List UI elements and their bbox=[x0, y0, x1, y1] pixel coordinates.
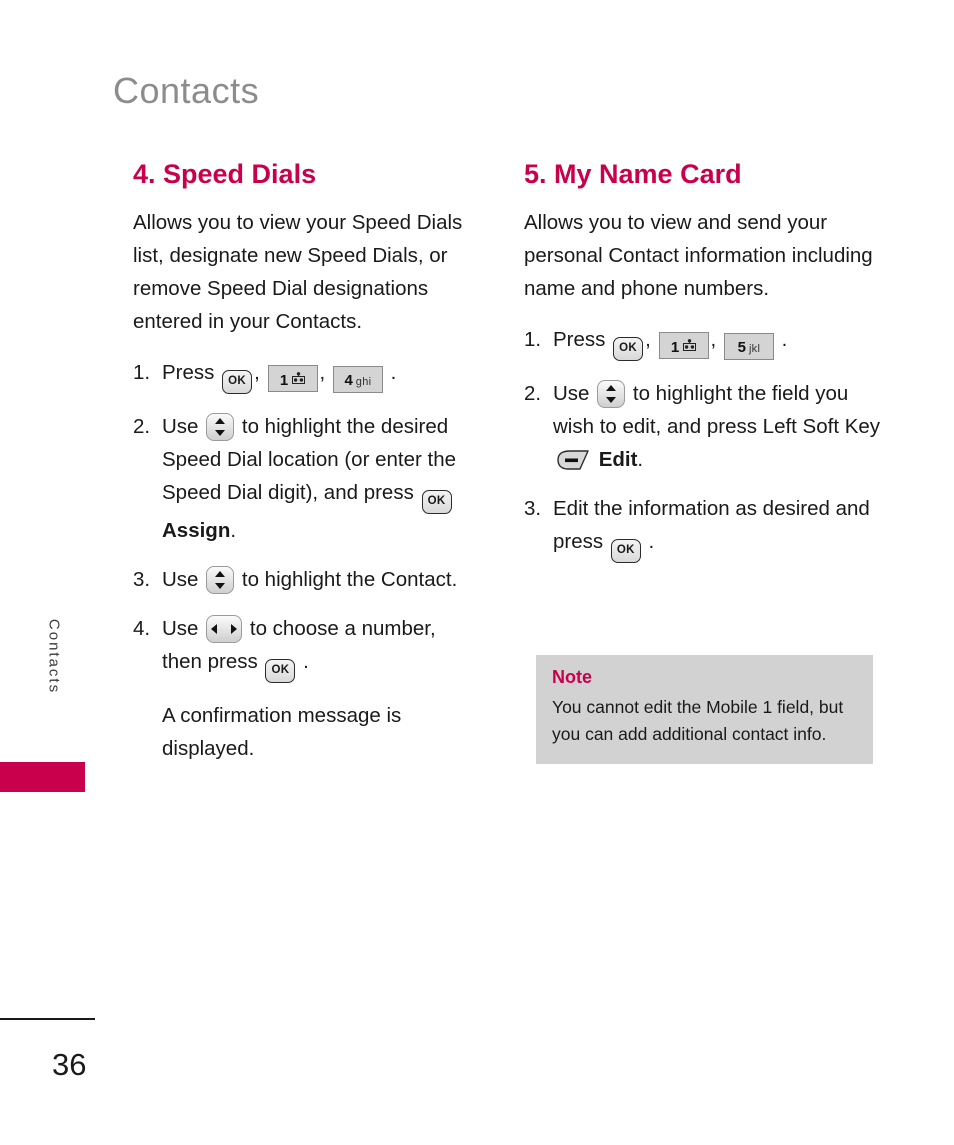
left-right-nav-key-icon bbox=[206, 614, 243, 643]
voicemail-icon bbox=[683, 333, 697, 356]
step-text-end: . bbox=[637, 447, 644, 471]
up-down-nav-key-icon bbox=[206, 412, 235, 441]
step-text: Use bbox=[553, 381, 590, 405]
confirmation-note: A confirmation message is displayed. bbox=[162, 703, 402, 760]
speed-dials-intro: Allows you to view your Speed Dials list… bbox=[133, 210, 463, 333]
up-down-nav-key-icon bbox=[206, 565, 235, 594]
side-tab-label: Contacts bbox=[45, 618, 63, 695]
page-title: Contacts bbox=[113, 70, 260, 111]
step-4-left: 4. Use to choose a number, then press OK… bbox=[133, 612, 481, 683]
right-column: 5. My Name Card Allows you to view and s… bbox=[524, 159, 884, 579]
step-text-end: . bbox=[781, 327, 788, 351]
step-number: 4. bbox=[133, 616, 151, 640]
step-3-left: 3. Use to highlight the Contact. bbox=[133, 563, 481, 596]
step-text: Use bbox=[162, 567, 199, 591]
section-heading-my-name-card: 5. My Name Card bbox=[524, 159, 742, 189]
ok-key-icon: OK bbox=[421, 489, 452, 514]
note-body: You cannot edit the Mobile 1 field, but … bbox=[552, 697, 844, 744]
footer-divider bbox=[0, 1018, 95, 1020]
left-column: 4. Speed Dials Allows you to view your S… bbox=[133, 159, 481, 781]
one-key-icon: 1 bbox=[658, 331, 709, 359]
comma-separator: , bbox=[254, 360, 260, 384]
comma-separator: , bbox=[319, 360, 326, 384]
step-text: Press bbox=[162, 360, 215, 384]
my-name-card-intro: Allows you to view and send your persona… bbox=[524, 210, 873, 300]
page-number: 36 bbox=[52, 1047, 87, 1082]
section-heading-speed-dials: 4. Speed Dials bbox=[133, 159, 317, 189]
assign-label: Assign bbox=[162, 518, 231, 542]
step-1-right: 1. Press OK, 1, 5 jkl . bbox=[524, 323, 884, 361]
step-text: Edit the information as desired and pres… bbox=[553, 496, 870, 553]
up-down-nav-key-icon bbox=[597, 379, 626, 408]
ok-key-icon: OK bbox=[613, 336, 644, 361]
four-key-icon: 4 ghi bbox=[332, 365, 383, 393]
side-tab-marker bbox=[0, 762, 85, 792]
five-key-icon: 5 jkl bbox=[723, 332, 774, 360]
step-2-left: 2. Use to highlight the desired Speed Di… bbox=[133, 410, 481, 547]
step-number: 3. bbox=[133, 567, 151, 591]
step-text-end: . bbox=[303, 649, 309, 673]
ok-key-icon: OK bbox=[222, 369, 253, 394]
left-soft-key-icon bbox=[556, 448, 590, 470]
note-box: Note You cannot edit the Mobile 1 field,… bbox=[536, 655, 873, 764]
step-text: Use bbox=[162, 616, 199, 640]
step-text-middle: to choose a number, then press bbox=[162, 616, 436, 673]
comma-separator: , bbox=[645, 327, 651, 351]
note-title: Note bbox=[552, 667, 592, 687]
step-text-end: . bbox=[648, 529, 655, 553]
step-3-right: 3. Edit the information as desired and p… bbox=[524, 492, 884, 563]
step-number: 1. bbox=[133, 360, 151, 384]
step-number: 2. bbox=[524, 381, 542, 405]
step-text: Press bbox=[553, 327, 606, 351]
step-text-end: . bbox=[390, 360, 397, 384]
step-2-right: 2. Use to highlight the field you wish t… bbox=[524, 377, 884, 476]
edit-label: Edit bbox=[598, 447, 638, 471]
step-text-end: . bbox=[230, 518, 237, 542]
ok-key-icon: OK bbox=[610, 538, 641, 563]
comma-separator: , bbox=[710, 327, 717, 351]
step-number: 3. bbox=[524, 496, 542, 520]
step-number: 1. bbox=[524, 327, 542, 351]
step-text: Use bbox=[162, 414, 199, 438]
step-1-left: 1. Press OK, 1, 4 ghi . bbox=[133, 356, 481, 394]
step-number: 2. bbox=[133, 414, 151, 438]
step-text-end: to highlight the Contact. bbox=[241, 567, 458, 591]
voicemail-icon bbox=[292, 366, 306, 389]
one-key-icon: 1 bbox=[267, 364, 318, 392]
ok-key-icon: OK bbox=[265, 658, 296, 683]
